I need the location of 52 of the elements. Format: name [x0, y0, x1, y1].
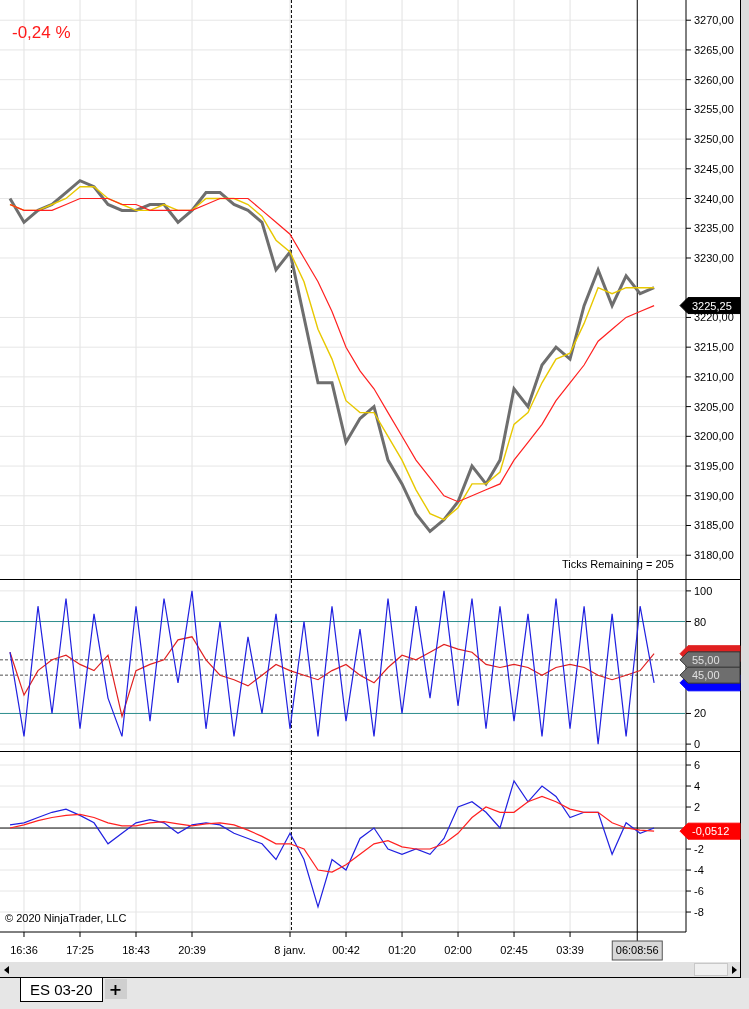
time-label: 16:36 [10, 944, 38, 956]
axis-label: 3190,00 [694, 489, 734, 502]
time-label: 02:00 [444, 944, 472, 956]
axis-label: 3260,00 [694, 73, 734, 86]
axis-label: -6 [694, 885, 704, 898]
axis-label: 0 [694, 738, 701, 751]
axis-label: 3240,00 [694, 192, 734, 205]
axis-label: 100 [694, 584, 713, 597]
time-label: 17:25 [66, 944, 94, 956]
axis-label: 4 [694, 780, 701, 793]
axis-label: 80 [694, 615, 707, 628]
axis-label: 3200,00 [694, 430, 734, 443]
level-tag: 55,00 [679, 651, 741, 669]
axis-label: 3245,00 [694, 162, 734, 175]
axis-label: 3205,00 [694, 400, 734, 413]
time-label: 01:20 [388, 944, 416, 956]
axis-label: 3185,00 [694, 519, 734, 532]
axis-label: -8 [694, 906, 704, 919]
axis-label: 3230,00 [694, 252, 734, 264]
time-label: 8 janv. [274, 944, 306, 956]
axis-label: 2 [694, 801, 701, 814]
axis-label: 20 [694, 707, 707, 720]
add-tab-button[interactable]: + [104, 979, 127, 999]
horizontal-scrollbar[interactable] [0, 962, 740, 977]
level-tag: 45,00 [679, 666, 741, 684]
axis-label: -4 [694, 864, 704, 877]
axis-label: 3215,00 [694, 341, 734, 354]
value-tag: -0,0512 [679, 822, 741, 840]
time-label: 18:43 [122, 944, 150, 956]
value-tag: 3225,25 [679, 297, 741, 315]
axis-label: 3195,00 [694, 460, 734, 473]
chart-tab[interactable]: ES 03-20 [20, 978, 103, 1002]
axis-label: 3270,00 [694, 14, 734, 27]
time-label: 00:42 [332, 944, 360, 956]
axis-label: 3265,00 [694, 43, 734, 56]
axis-label: 3255,00 [694, 103, 734, 116]
axis-label: 3250,00 [694, 133, 734, 146]
axis-label: -2 [694, 843, 704, 856]
axis-label: 6 [694, 759, 701, 771]
time-label: 02:45 [500, 944, 528, 956]
axis-label: 3235,00 [694, 222, 734, 235]
scroll-thumb[interactable] [694, 963, 728, 976]
cursor-time-label: 06:08:56 [611, 940, 663, 961]
ref-line-label: 55,00 [692, 653, 720, 666]
ticks-remaining: Ticks Remaining = 205 [562, 558, 674, 570]
axis-label: 3180,00 [694, 549, 734, 562]
change-percent: -0,24 % [12, 23, 71, 43]
axis-label: 3210,00 [694, 370, 734, 383]
time-label: 03:39 [556, 944, 584, 956]
time-label: 20:39 [178, 944, 206, 956]
ref-line-label: 45,00 [692, 669, 720, 682]
copyright: © 2020 NinjaTrader, LLC [5, 912, 127, 924]
